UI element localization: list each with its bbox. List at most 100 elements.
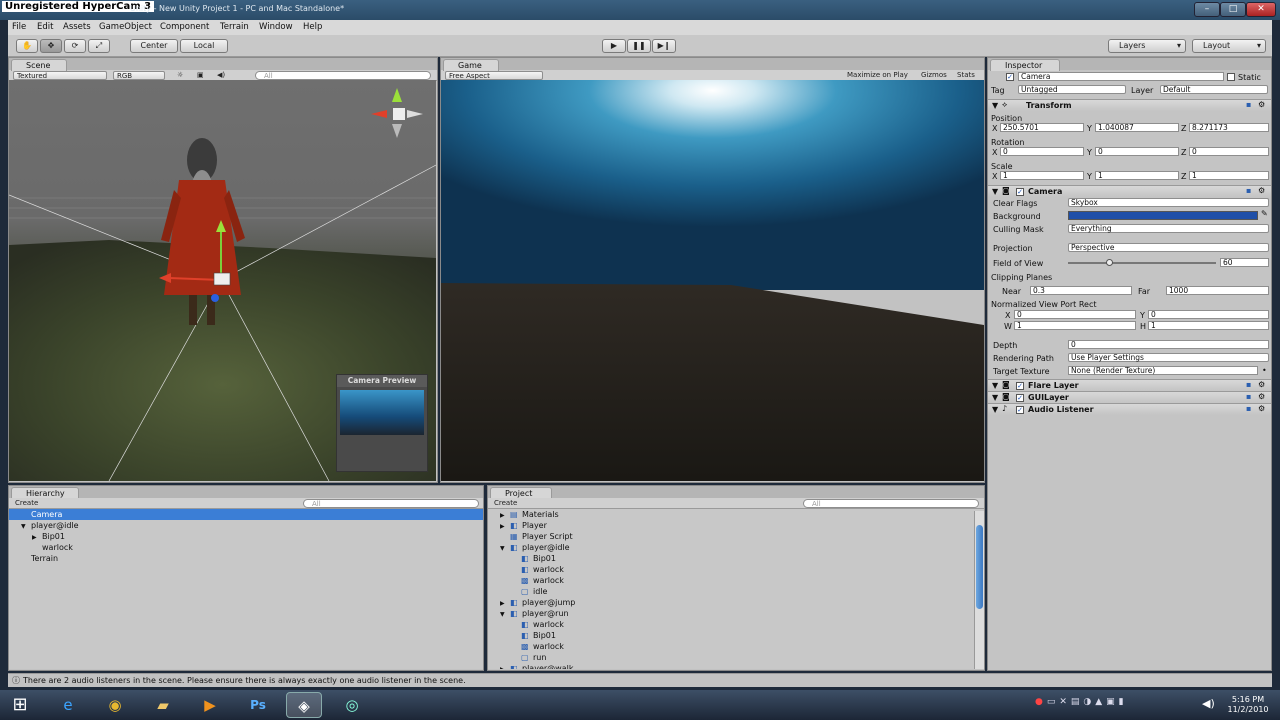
list-item[interactable]: ◧ warlock xyxy=(488,564,984,575)
viewport-x-field[interactable]: 0 xyxy=(1014,310,1136,319)
menu-gameobject[interactable]: GameObject xyxy=(99,22,152,32)
camera-enabled-checkbox[interactable]: ✓ xyxy=(1016,188,1024,196)
step-button[interactable]: ▶❙ xyxy=(652,39,676,53)
help-icon[interactable]: ▪ xyxy=(1246,404,1251,413)
chevron-right-icon[interactable]: ▶ xyxy=(500,664,510,669)
scale-x-field[interactable]: 1 xyxy=(1000,171,1084,180)
help-icon[interactable]: ▪ xyxy=(1246,392,1251,401)
status-message[interactable]: There are 2 audio listeners in the scene… xyxy=(23,676,466,685)
minimize-button[interactable]: – xyxy=(1194,2,1220,17)
scale-y-field[interactable]: 1 xyxy=(1095,171,1179,180)
chevron-down-icon[interactable]: ▼ xyxy=(500,543,510,554)
image-icon[interactable]: ▣ xyxy=(197,71,204,80)
audio-enabled-checkbox[interactable]: ✓ xyxy=(1016,406,1024,414)
ie-taskbar-button[interactable]: e xyxy=(50,692,86,718)
gear-icon[interactable]: ⚙ xyxy=(1258,186,1265,195)
project-create-dropdown[interactable]: Create xyxy=(494,499,517,508)
scale-tool-button[interactable]: ⤢ xyxy=(88,39,110,53)
menu-assets[interactable]: Assets xyxy=(63,22,91,32)
pivot-center-button[interactable]: Center xyxy=(130,39,178,53)
photoshop-taskbar-button[interactable]: Ps xyxy=(240,692,276,718)
projection-dropdown[interactable]: Perspective xyxy=(1068,243,1269,252)
position-y-field[interactable]: 1.040087 xyxy=(1095,123,1179,132)
play-button[interactable]: ▶ xyxy=(602,39,626,53)
help-icon[interactable]: ▪ xyxy=(1246,380,1251,389)
list-item[interactable]: ▢ idle xyxy=(488,586,984,597)
hierarchy-create-dropdown[interactable]: Create xyxy=(15,499,38,508)
viewport-y-field[interactable]: 0 xyxy=(1148,310,1269,319)
aspect-dropdown[interactable]: Free Aspect xyxy=(445,71,543,80)
list-item[interactable]: ▦ Player Script xyxy=(488,531,984,542)
list-item[interactable]: ▶ ▤ Materials xyxy=(488,509,984,520)
tab-inspector[interactable]: Inspector xyxy=(990,59,1060,71)
depth-field[interactable]: 0 xyxy=(1068,340,1269,349)
menu-file[interactable]: File xyxy=(12,22,26,32)
menu-terrain[interactable]: Terrain xyxy=(220,22,249,32)
move-tool-button[interactable]: ✥ xyxy=(40,39,62,53)
scene-search-input[interactable]: All xyxy=(255,71,431,80)
render-mode-dropdown[interactable]: Textured xyxy=(13,71,107,80)
list-item[interactable]: ▶ ◧ Player xyxy=(488,520,984,531)
media-taskbar-button[interactable]: ▶ xyxy=(192,692,228,718)
gear-icon[interactable]: ⚙ xyxy=(1258,380,1265,389)
list-item[interactable]: ◧ Bip01 xyxy=(488,630,984,641)
chevron-down-icon[interactable]: ▼ xyxy=(500,609,510,620)
list-item[interactable]: ◧ warlock xyxy=(488,619,984,630)
culling-mask-dropdown[interactable]: Everything xyxy=(1068,224,1269,233)
near-field[interactable]: 0.3 xyxy=(1030,286,1132,295)
project-scrollbar-thumb[interactable] xyxy=(976,525,983,609)
transform-header[interactable]: ▼ ⟡ Transform ▪ ⚙ xyxy=(988,99,1271,111)
list-item[interactable]: Camera xyxy=(9,509,483,520)
flare-layer-header[interactable]: ▼ ◙ ✓ Flare Layer ▪ ⚙ xyxy=(988,379,1271,391)
guilayer-header[interactable]: ▼ ◙ ✓ GUILayer ▪ ⚙ xyxy=(988,391,1271,403)
pause-button[interactable]: ❚❚ xyxy=(627,39,651,53)
tag-dropdown[interactable]: Untagged xyxy=(1018,85,1126,94)
explorer-taskbar-button[interactable]: ▰ xyxy=(145,692,181,718)
list-item[interactable]: ▢ run xyxy=(488,652,984,663)
active-checkbox[interactable]: ✓ xyxy=(1006,73,1014,81)
target-texture-field[interactable]: None (Render Texture) xyxy=(1068,366,1258,375)
clear-flags-dropdown[interactable]: Skybox xyxy=(1068,198,1269,207)
static-checkbox[interactable] xyxy=(1227,73,1235,81)
orientation-gizmo[interactable] xyxy=(371,88,423,138)
gizmos-toggle[interactable]: Gizmos xyxy=(921,71,947,80)
hierarchy-search-input[interactable]: All xyxy=(303,499,479,508)
rotation-y-field[interactable]: 0 xyxy=(1095,147,1179,156)
camera-component-header[interactable]: ▼ ◙ ✓ Camera ▪ ⚙ xyxy=(988,185,1271,197)
project-search-input[interactable]: All xyxy=(803,499,979,508)
maximize-button[interactable]: □ xyxy=(1220,2,1246,17)
start-button[interactable]: ⊞ xyxy=(2,692,38,718)
list-item[interactable]: Terrain xyxy=(9,553,483,564)
list-item[interactable]: ▩ warlock xyxy=(488,641,984,652)
background-color-swatch[interactable] xyxy=(1068,211,1258,220)
viewport-h-field[interactable]: 1 xyxy=(1148,321,1269,330)
color-mode-dropdown[interactable]: RGB xyxy=(113,71,165,80)
unity-taskbar-button[interactable]: ◈ xyxy=(286,692,322,718)
list-item[interactable]: ▼ ◧ player@run xyxy=(488,608,984,619)
rotation-z-field[interactable]: 0 xyxy=(1189,147,1269,156)
chrome-taskbar-button[interactable]: ◉ xyxy=(97,692,133,718)
eyedropper-icon[interactable]: ✎ xyxy=(1261,209,1268,218)
help-icon[interactable]: ▪ xyxy=(1246,186,1251,195)
rotation-x-field[interactable]: 0 xyxy=(1000,147,1084,156)
scale-z-field[interactable]: 1 xyxy=(1189,171,1269,180)
far-field[interactable]: 1000 xyxy=(1166,286,1269,295)
scene-viewport[interactable]: Camera Preview xyxy=(9,80,436,481)
list-item[interactable]: ▼ player@idle xyxy=(9,520,483,531)
list-item[interactable]: warlock xyxy=(9,542,483,553)
list-item[interactable]: ▶ Bip01 xyxy=(9,531,483,542)
gear-icon[interactable]: ⚙ xyxy=(1258,392,1265,401)
list-item[interactable]: ▩ warlock xyxy=(488,575,984,586)
object-name-field[interactable]: Camera xyxy=(1018,72,1224,81)
guilayer-enabled-checkbox[interactable]: ✓ xyxy=(1016,394,1024,402)
viewport-w-field[interactable]: 1 xyxy=(1014,321,1136,330)
list-item[interactable]: ▶ ◧ player@jump xyxy=(488,597,984,608)
layout-dropdown[interactable]: Layout ▾ xyxy=(1192,39,1266,53)
fov-slider-track[interactable] xyxy=(1068,262,1216,264)
gear-icon[interactable]: ⚙ xyxy=(1258,404,1265,413)
layer-dropdown[interactable]: Default xyxy=(1160,85,1268,94)
fov-field[interactable]: 60 xyxy=(1220,258,1269,267)
object-picker-icon[interactable]: • xyxy=(1262,366,1267,375)
rendering-path-dropdown[interactable]: Use Player Settings xyxy=(1068,353,1269,362)
stats-toggle[interactable]: Stats xyxy=(957,71,975,80)
